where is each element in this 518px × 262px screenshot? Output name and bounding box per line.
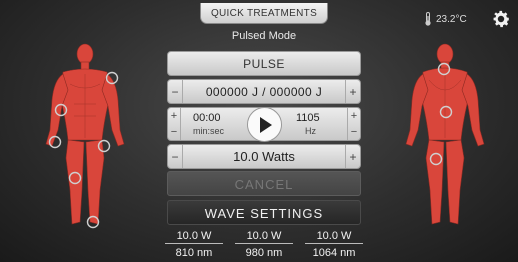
quick-treatments-button[interactable]: QUICK TREATMENTS [200, 3, 328, 24]
power-row: − 10.0 Watts + [167, 144, 361, 169]
power-decrease-button[interactable]: − [168, 145, 182, 168]
time-unit: min:sec [193, 126, 225, 136]
laser-980-readout: 10.0 W 980 nm [235, 230, 293, 259]
pulse-mode-button[interactable]: PULSE [167, 51, 361, 76]
body-back-figure[interactable] [385, 40, 505, 240]
wave-settings-button[interactable]: WAVE SETTINGS [167, 200, 361, 225]
laser-1064-readout: 10.0 W 1064 nm [305, 230, 363, 259]
frequency-unit: Hz [305, 126, 316, 136]
power-value: 10.0 Watts [182, 145, 346, 168]
temperature-value: 23.2°C [436, 13, 467, 25]
energy-increase-button[interactable]: + [346, 80, 360, 103]
thermometer-icon [425, 12, 431, 26]
energy-value: 000000 J / 000000 J [182, 80, 346, 103]
power-increase-button[interactable]: + [346, 145, 360, 168]
play-icon [259, 116, 272, 133]
temperature-display: 23.2°C [424, 12, 467, 26]
mode-label: Pulsed Mode [231, 30, 297, 42]
frequency-increase-button[interactable]: + [351, 110, 357, 122]
laser-power: 10.0 W [165, 230, 223, 244]
gear-icon[interactable] [490, 8, 512, 30]
time-decrease-button[interactable]: − [171, 126, 177, 138]
frequency-decrease-button[interactable]: − [351, 126, 357, 138]
play-button[interactable] [247, 107, 282, 142]
body-front-figure[interactable] [30, 40, 150, 240]
laser-power: 10.0 W [235, 230, 293, 244]
laser-810-readout: 10.0 W 810 nm [165, 230, 223, 259]
cancel-button[interactable]: CANCEL [167, 171, 361, 196]
laser-wavelength: 980 nm [245, 247, 283, 259]
time-value: 00:00 [193, 112, 221, 124]
laser-wavelength: 810 nm [175, 247, 213, 259]
time-increase-button[interactable]: + [171, 110, 177, 122]
energy-row: − 000000 J / 000000 J + [167, 79, 361, 104]
energy-decrease-button[interactable]: − [168, 80, 182, 103]
frequency-value: 1105 [296, 112, 320, 124]
laser-power: 10.0 W [305, 230, 363, 244]
laser-wavelength: 1064 nm [312, 247, 356, 259]
